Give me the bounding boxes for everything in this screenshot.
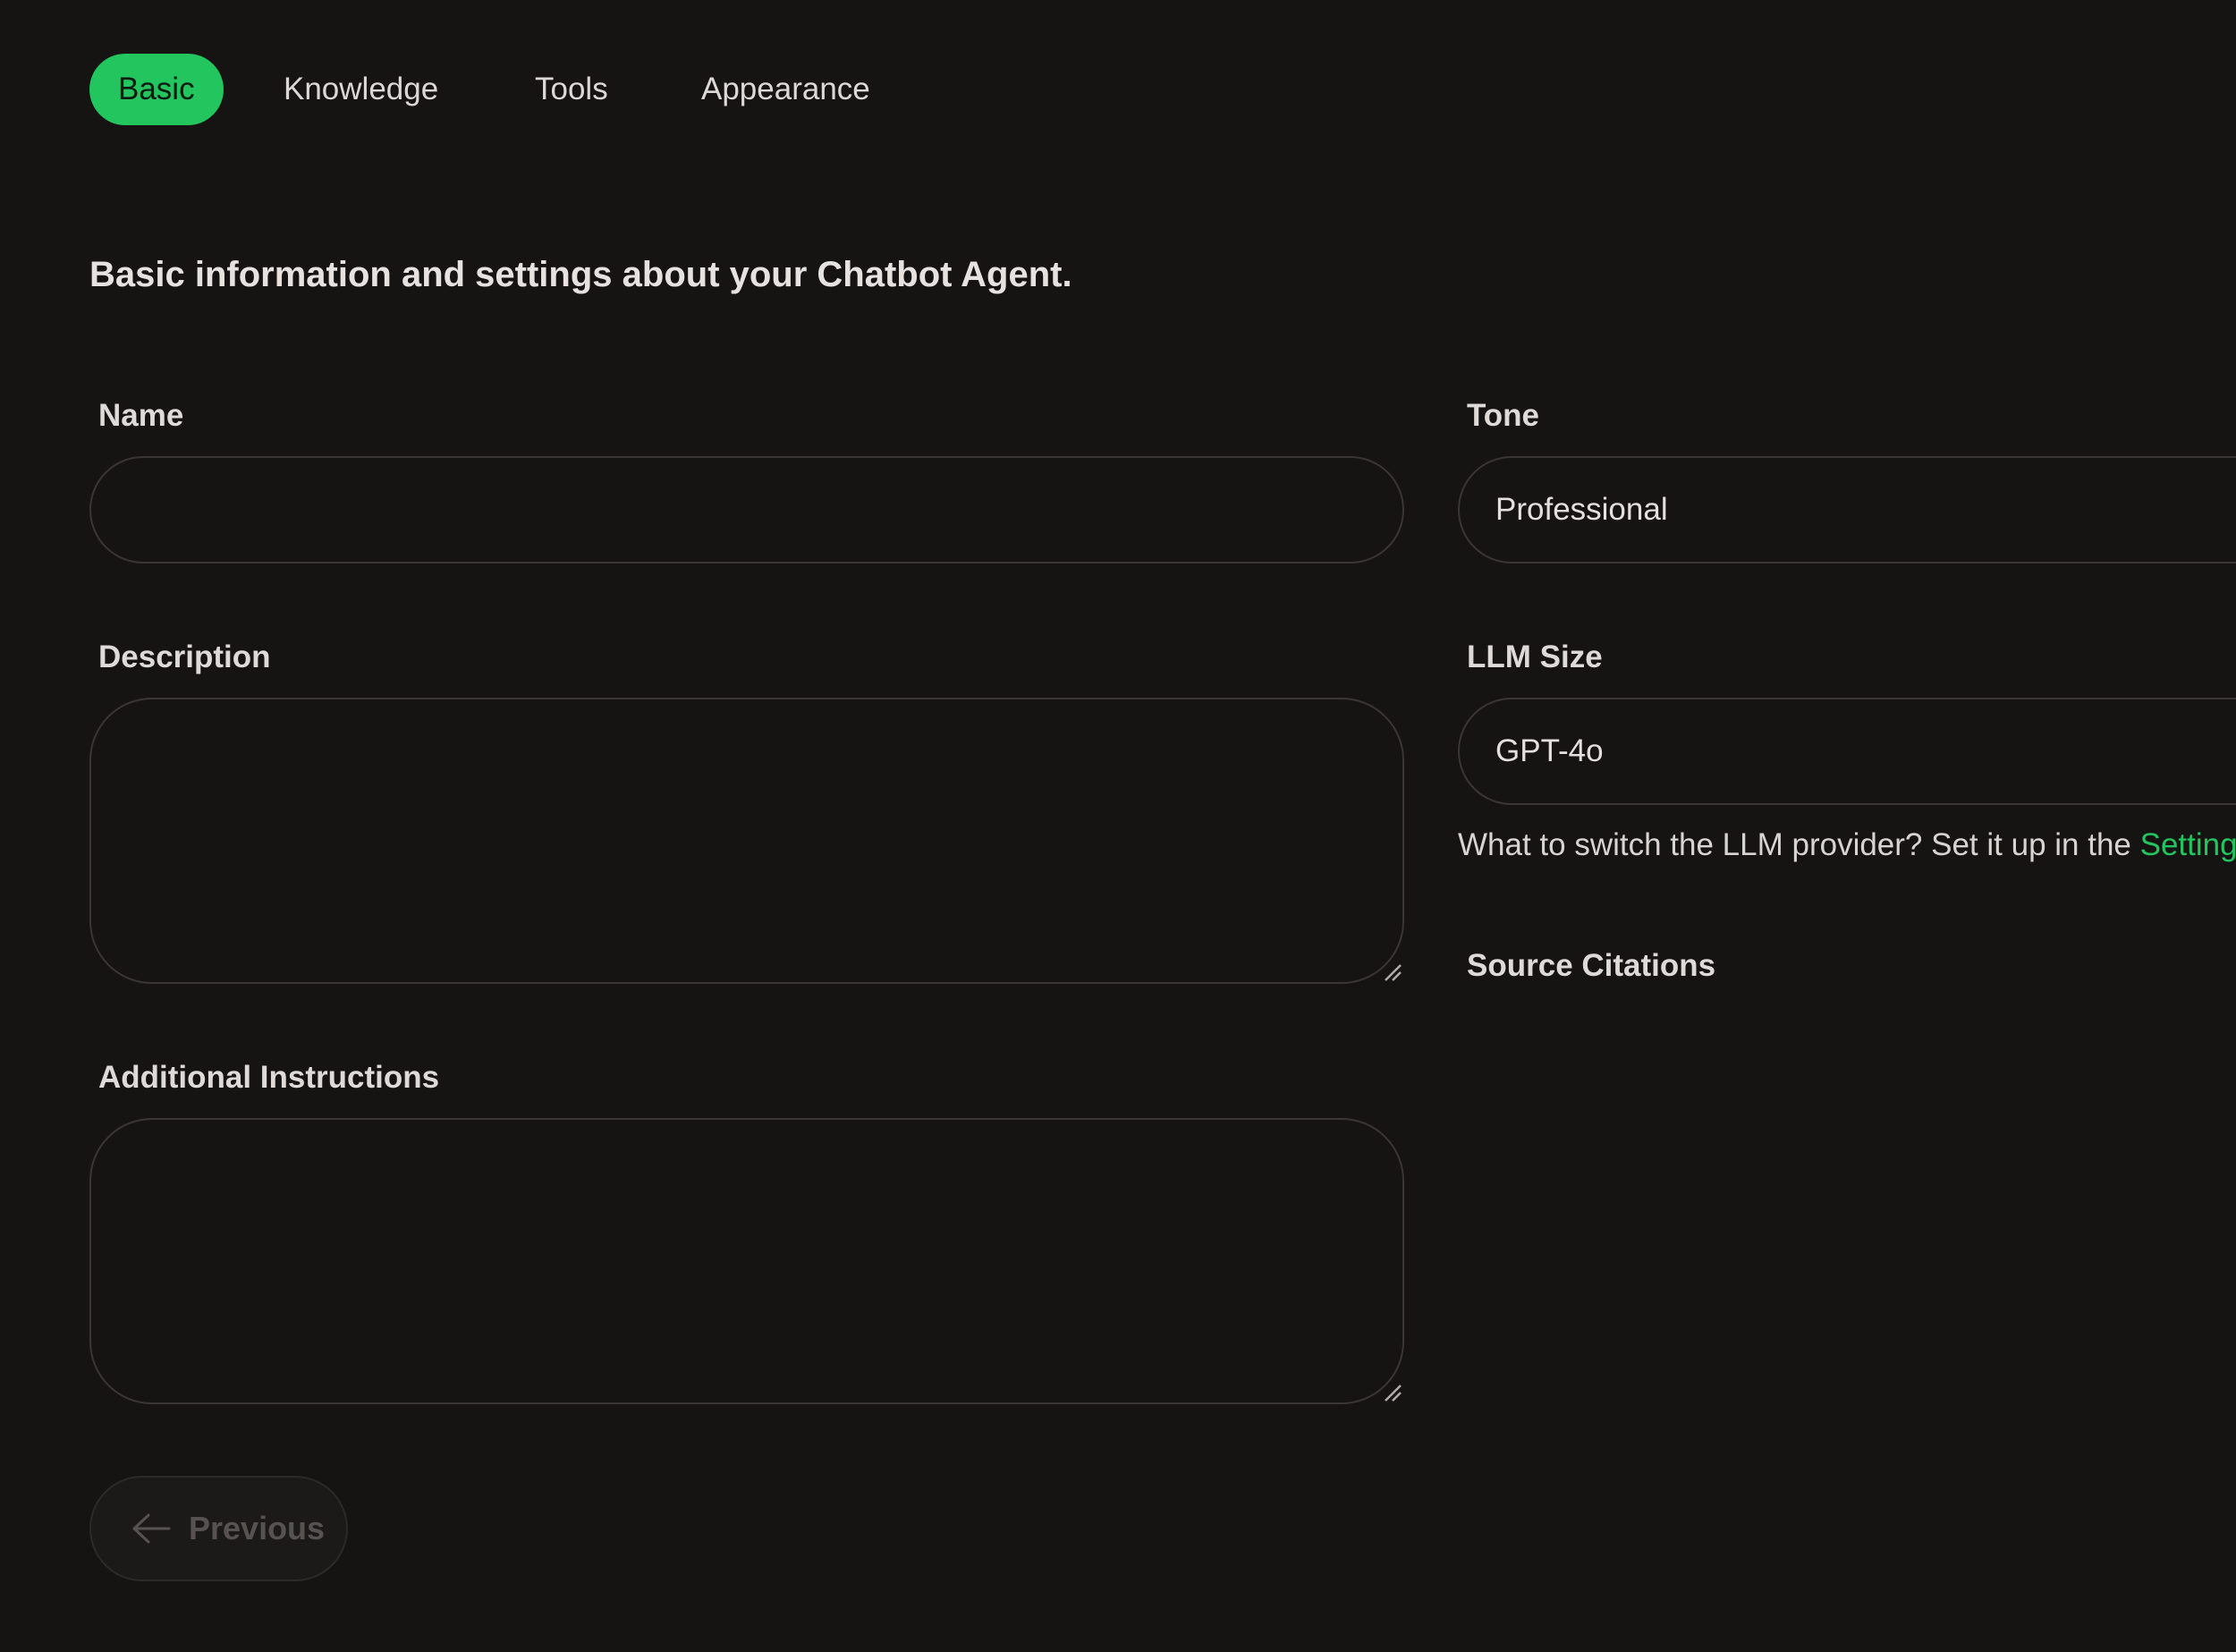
resize-handle-icon[interactable] — [1383, 962, 1402, 982]
additional-instructions-textarea[interactable] — [89, 1118, 1404, 1404]
llm-size-select[interactable]: GPT-4o — [1458, 698, 2236, 805]
tab-tools[interactable]: Tools — [535, 54, 608, 125]
tone-value: Professional — [1495, 492, 1668, 527]
description-label: Description — [98, 640, 271, 674]
tab-knowledge[interactable]: Knowledge — [284, 54, 438, 125]
settings-link[interactable]: Setting — [2140, 827, 2236, 862]
llm-helper-message: What to switch the LLM provider? Set it … — [1458, 827, 2140, 862]
tab-basic[interactable]: Basic — [89, 54, 224, 125]
section-description: Basic information and settings about you… — [89, 255, 1072, 294]
tone-label: Tone — [1467, 398, 1540, 433]
name-input[interactable] — [89, 456, 1404, 563]
previous-button[interactable]: Previous — [89, 1476, 348, 1581]
name-label: Name — [98, 398, 184, 433]
previous-label: Previous — [189, 1510, 326, 1546]
resize-handle-icon[interactable] — [1383, 1383, 1402, 1402]
description-textarea[interactable] — [89, 698, 1404, 984]
llm-size-label: LLM Size — [1467, 640, 1603, 674]
source-citations-label: Source Citations — [1467, 948, 1716, 983]
arrow-left-icon — [132, 1513, 171, 1544]
llm-helper-text: What to switch the LLM provider? Set it … — [1458, 827, 2236, 863]
additional-instructions-label: Additional Instructions — [98, 1060, 440, 1095]
llm-size-value: GPT-4o — [1495, 733, 1604, 768]
tab-appearance[interactable]: Appearance — [701, 54, 870, 125]
tone-select[interactable]: Professional — [1458, 456, 2236, 563]
